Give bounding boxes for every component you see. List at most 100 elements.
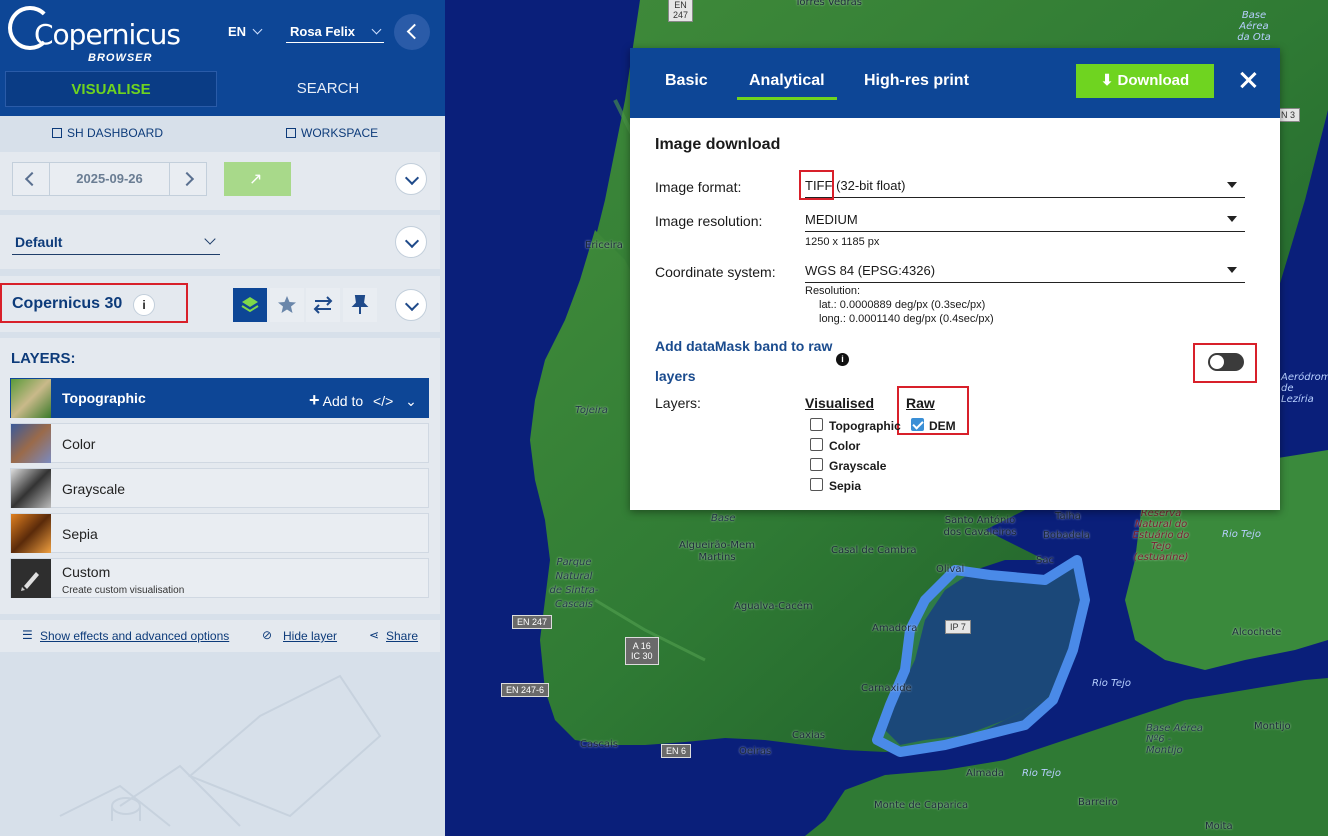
previous-date-button[interactable] xyxy=(13,163,47,195)
theme-select[interactable]: Default xyxy=(12,231,220,255)
road-shield-a16: A 16 IC 30 xyxy=(625,637,659,665)
checkbox-dem[interactable] xyxy=(911,418,924,431)
expand-date-button[interactable] xyxy=(395,163,427,195)
layer-thumbnail xyxy=(11,424,51,463)
coordinate-system-label: Coordinate system: xyxy=(655,264,776,280)
map-label-rio-tejo-1: Rio Tejo xyxy=(1222,529,1261,540)
format-value-detail: (32-bit float) xyxy=(836,178,906,193)
share-icon: ⋖ xyxy=(369,628,380,642)
layer-item-sepia[interactable]: Sepia xyxy=(10,513,429,553)
image-resolution-label: Image resolution: xyxy=(655,213,763,229)
map-label-montijo: Montijo xyxy=(1254,721,1291,732)
layer-item-topographic[interactable]: Topographic + Add to </> ⌄ xyxy=(10,378,429,418)
modal-header: Basic Analytical High-res print ⬇ Downlo… xyxy=(630,48,1280,118)
layer-thumbnail xyxy=(11,514,51,553)
layer-name: Custom xyxy=(62,564,111,580)
tab-search[interactable]: SEARCH xyxy=(222,71,434,107)
logo-text: Copernicus xyxy=(34,18,181,51)
road-shield-ip7: IP 7 xyxy=(945,620,971,634)
app-header: Copernicus BROWSER EN Rosa Felix VISUALI… xyxy=(0,0,445,116)
add-to-label: Add to xyxy=(322,393,364,409)
image-format-select[interactable]: TIFF (32-bit float) xyxy=(805,176,1245,198)
download-modal: Basic Analytical High-res print ⬇ Downlo… xyxy=(630,48,1280,510)
language-selector[interactable]: EN xyxy=(228,24,263,39)
coordinate-system-select[interactable]: WGS 84 (EPSG:4326) xyxy=(805,261,1245,283)
date-value[interactable]: 2025-09-26 xyxy=(49,163,170,195)
tab-analytical[interactable]: Analytical xyxy=(737,72,837,100)
highlight-format xyxy=(799,170,834,200)
checkbox-label: DEM xyxy=(929,419,956,433)
layers-view-button[interactable] xyxy=(233,288,267,322)
road-shield-en6: EN 6 xyxy=(661,744,692,758)
map-label-olival: Olival xyxy=(936,564,965,575)
map-label-reserva: Reserva Natural do Estuário do Tejo (est… xyxy=(1132,508,1190,563)
add-to-button[interactable]: + Add to </> ⌄ xyxy=(309,390,417,411)
map-label-base: Base xyxy=(711,513,736,524)
external-links: SH DASHBOARD WORKSPACE xyxy=(0,118,445,148)
sh-dashboard-link[interactable]: SH DASHBOARD xyxy=(52,126,163,140)
copernicus-logo[interactable]: Copernicus BROWSER xyxy=(8,6,181,64)
user-menu[interactable]: Rosa Felix xyxy=(286,24,384,43)
sh-dashboard-label: SH DASHBOARD xyxy=(67,126,164,140)
star-icon xyxy=(278,296,296,313)
favorites-button[interactable] xyxy=(270,288,304,322)
go-to-date-button[interactable] xyxy=(224,162,291,196)
expand-collection-button[interactable] xyxy=(395,289,427,321)
map-label-torres-vedras: Torres Vedras xyxy=(795,0,862,8)
empty-state-illustration xyxy=(59,674,382,827)
map-label-rio-tejo-3: Rio Tejo xyxy=(1022,768,1061,779)
layer-thumbnail xyxy=(11,469,51,508)
sidebar: Copernicus BROWSER EN Rosa Felix VISUALI… xyxy=(0,0,445,836)
road-shield-en247: EN 247 xyxy=(512,615,553,629)
map-label-talha: Talha xyxy=(1055,511,1081,522)
info-icon[interactable]: i xyxy=(836,353,849,366)
expand-theme-button[interactable] xyxy=(395,226,427,258)
collapse-sidebar-button[interactable] xyxy=(394,14,430,50)
map-label-carnaxide: Carnaxide xyxy=(861,683,912,694)
workspace-link[interactable]: WORKSPACE xyxy=(286,126,378,140)
map-label-rio-tejo-2: Rio Tejo xyxy=(1092,678,1131,689)
checkbox-grayscale[interactable] xyxy=(810,458,823,471)
map-label-tojeira: Tojeira xyxy=(575,405,608,416)
layer-item-custom[interactable]: Custom Create custom visualisation xyxy=(10,558,429,598)
layer-item-color[interactable]: Color xyxy=(10,423,429,463)
map-label-algueirao: Algueirão-Mem Martins xyxy=(679,540,755,563)
checkbox-label: Grayscale xyxy=(829,459,887,473)
download-icon: ⬇ xyxy=(1100,72,1114,89)
show-effects-link[interactable]: Show effects and advanced options xyxy=(40,629,229,643)
user-name: Rosa Felix xyxy=(290,24,356,39)
layers-icon xyxy=(241,297,259,313)
compare-button[interactable] xyxy=(306,288,340,322)
map-label-bobadela: Bobadela xyxy=(1043,530,1090,541)
map-label-base-ota: Base Aérea da Ota xyxy=(1237,10,1271,43)
tab-high-res-print[interactable]: High-res print xyxy=(864,72,969,90)
road-shield-en247-north: EN 247 xyxy=(668,0,694,22)
checkbox-topographic[interactable] xyxy=(810,418,823,431)
layer-item-grayscale[interactable]: Grayscale xyxy=(10,468,429,508)
close-icon[interactable] xyxy=(1238,70,1258,90)
section-title: Image download xyxy=(655,136,781,153)
checkbox-label: Topographic xyxy=(829,419,901,433)
datamask-label: Add dataMask band to raw xyxy=(655,338,833,354)
next-date-button[interactable] xyxy=(172,163,206,195)
layer-name: Topographic xyxy=(62,390,146,406)
external-link-icon xyxy=(286,128,296,138)
checkbox-sepia[interactable] xyxy=(810,478,823,491)
map-label-sacavem: Sac xyxy=(1036,555,1054,566)
road-shield-en247-6: EN 247-6 xyxy=(501,683,550,697)
checkbox-color[interactable] xyxy=(810,438,823,451)
tab-basic[interactable]: Basic xyxy=(665,72,708,90)
pin-button[interactable] xyxy=(343,288,377,322)
download-button[interactable]: ⬇ Download xyxy=(1076,64,1214,98)
resolution-title: Resolution: xyxy=(805,285,861,297)
resolution-pixels: 1250 x 1185 px xyxy=(805,236,880,248)
layer-description: Create custom visualisation xyxy=(62,585,185,596)
code-icon[interactable]: </> xyxy=(373,393,393,409)
share-link[interactable]: Share xyxy=(386,629,418,643)
tab-visualise[interactable]: VISUALISE xyxy=(5,71,217,107)
double-chevron-down-icon[interactable]: ⌄ xyxy=(405,393,417,409)
hide-layer-link[interactable]: Hide layer xyxy=(283,629,337,643)
resolution-lat: lat.: 0.0000889 deg/px (0.3sec/px) xyxy=(819,299,986,311)
map-label-amadora: Amadora xyxy=(872,623,918,634)
image-resolution-select[interactable]: MEDIUM xyxy=(805,210,1245,232)
